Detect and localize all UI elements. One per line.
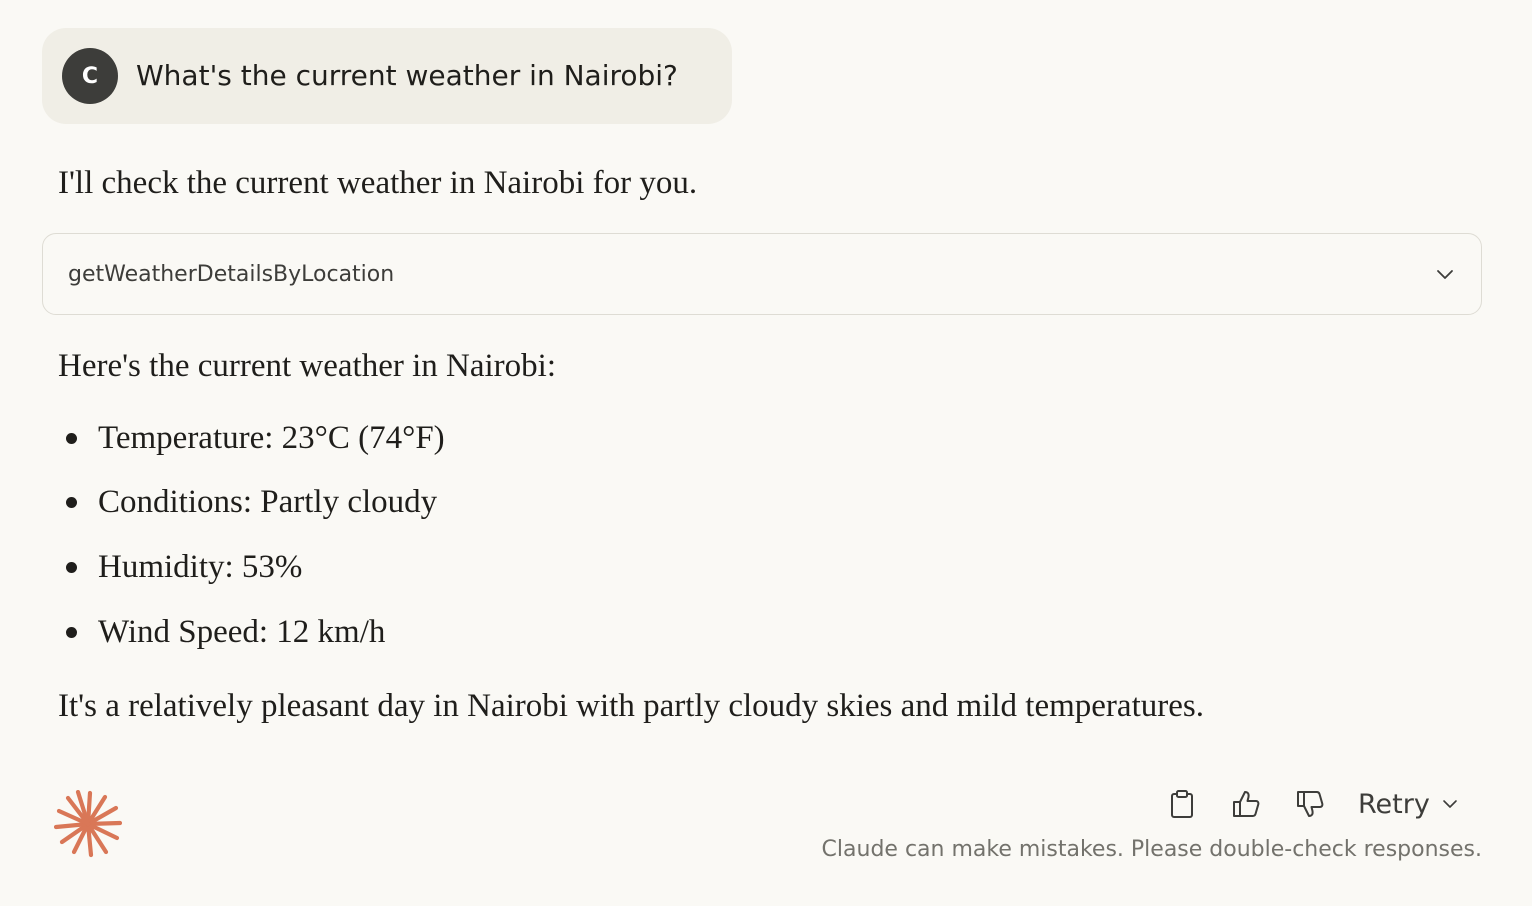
list-item-text: Wind Speed: 12 km/h: [98, 614, 386, 650]
avatar[interactable]: C: [62, 48, 118, 104]
claude-logo-icon: [54, 790, 122, 858]
bullet-icon: [66, 627, 77, 638]
list-item-text: Humidity: 53%: [98, 549, 303, 585]
copy-icon[interactable]: [1166, 788, 1198, 820]
weather-heading: Here's the current weather in Nairobi:: [58, 348, 556, 384]
disclaimer-text: Claude can make mistakes. Please double-…: [821, 837, 1482, 862]
chevron-down-icon: [1443, 800, 1457, 808]
retry-button[interactable]: Retry: [1358, 786, 1460, 822]
thumbs-up-icon[interactable]: [1230, 788, 1262, 820]
tool-call-name: getWeatherDetailsByLocation: [68, 262, 395, 287]
chevron-down-icon[interactable]: [1433, 262, 1457, 286]
assistant-summary-text: It's a relatively pleasant day in Nairob…: [58, 688, 1204, 724]
list-item-text: Conditions: Partly cloudy: [98, 484, 438, 520]
tool-call-panel[interactable]: getWeatherDetailsByLocation: [42, 233, 1482, 315]
bullet-icon: [66, 497, 77, 508]
thumbs-down-icon[interactable]: [1294, 788, 1326, 820]
user-message-text: What's the current weather in Nairobi?: [136, 59, 678, 92]
bullet-icon: [66, 562, 77, 573]
assistant-intro-text: I'll check the current weather in Nairob…: [58, 165, 698, 201]
bullet-icon: [66, 433, 77, 444]
retry-label: Retry: [1358, 788, 1430, 820]
list-item-text: Temperature: 23°C (74°F): [98, 420, 445, 456]
user-message-bubble: C What's the current weather in Nairobi?: [42, 28, 732, 124]
